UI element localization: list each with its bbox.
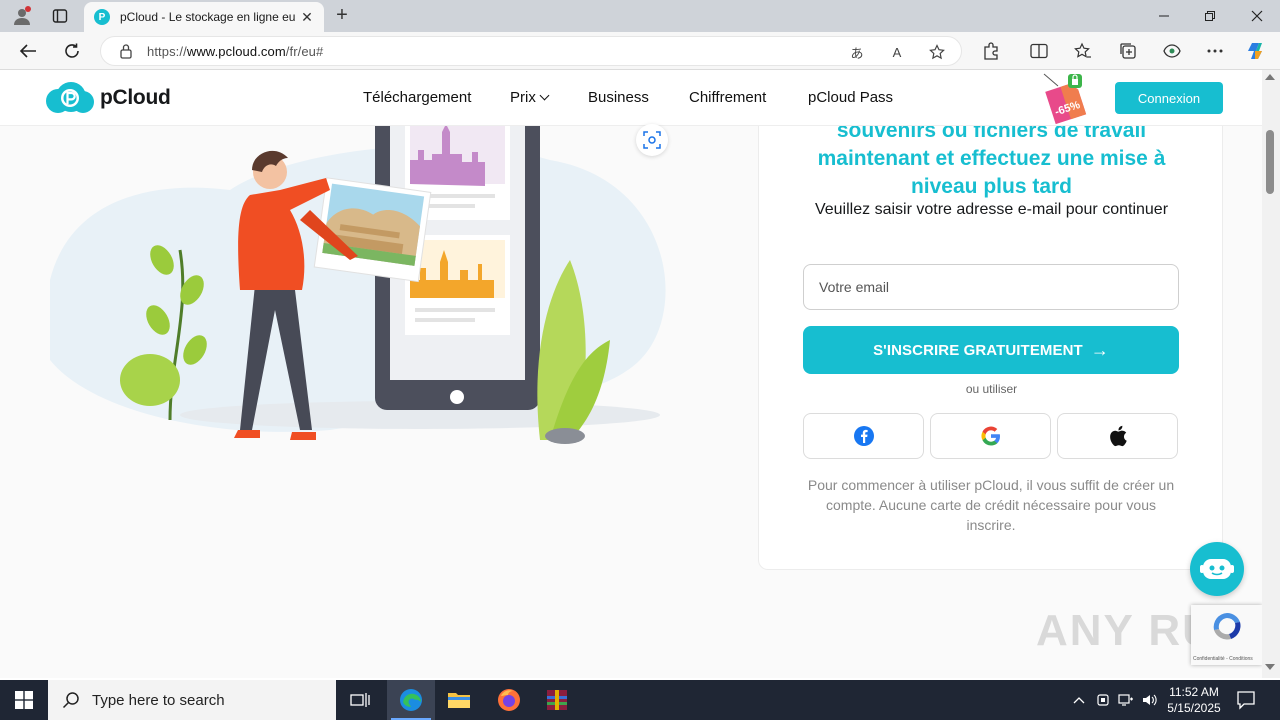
translate-icon[interactable]: あ [847,43,867,61]
scroll-down-icon[interactable] [1265,664,1275,670]
signup-button-label: S'INSCRIRE GRATUITEMENT [873,341,1083,359]
chevron-down-icon [539,90,550,101]
firefox-icon [498,689,520,711]
taskbar-firefox-app[interactable] [485,680,533,720]
google-signin-button[interactable] [930,413,1051,459]
recaptcha-icon [1213,613,1241,640]
taskbar-clock[interactable]: 11:52 AM 5/15/2025 [1160,684,1228,716]
facebook-signin-button[interactable] [803,413,924,459]
edge-icon [400,689,422,711]
or-use-label: ou utiliser [965,382,1018,396]
chatbot-button[interactable] [1190,542,1244,596]
scroll-up-icon[interactable] [1265,74,1275,80]
minimize-icon[interactable] [1141,0,1187,32]
google-icon [980,426,1000,446]
nav-telechargement[interactable]: Téléchargement [363,89,471,106]
favorite-star-icon[interactable] [927,43,947,61]
promo-tag[interactable]: -65% [1036,72,1096,128]
pcloud-favicon-icon: P [94,9,110,25]
pcloud-logo[interactable]: pCloud [44,82,171,114]
copilot-icon[interactable] [1246,41,1268,61]
network-icon[interactable] [1117,692,1135,708]
browser-toolbar: https://www.pcloud.com/fr/eu# あ A [0,32,1280,70]
show-hidden-icons-icon[interactable] [1070,692,1088,708]
refresh-icon[interactable] [60,40,84,62]
facebook-icon [853,426,874,446]
tab-actions-icon[interactable] [44,0,76,32]
notifications-icon[interactable] [1236,690,1258,710]
taskbar-search-box[interactable]: Type here to search [48,680,336,720]
heading-line-2: maintenant et effectuez une mise à [817,147,1166,170]
login-button[interactable]: Connexion [1115,82,1223,114]
windows-logo-icon [15,691,33,709]
browser-tab-active[interactable]: P pCloud - Le stockage en ligne eu ✕ [84,2,324,32]
read-aloud-icon[interactable]: A [887,43,907,61]
settings-more-icon[interactable] [1204,41,1226,61]
extensions-icon[interactable] [980,41,1002,61]
taskbar-edge-app[interactable] [387,680,435,720]
taskbar-winrar-app[interactable] [533,680,581,720]
windows-taskbar: Type here to search 11:52 AM 5/15/2025 [0,680,1280,720]
nav-chiffrement[interactable]: Chiffrement [689,89,766,106]
close-tab-icon[interactable]: ✕ [298,9,316,26]
profile-icon[interactable] [6,0,38,32]
apple-signin-button[interactable] [1057,413,1178,459]
url-text: https://www.pcloud.com/fr/eu# [147,43,324,59]
close-window-icon[interactable] [1234,0,1280,32]
pcloud-logo-icon [44,82,94,114]
browser-tab-bar: P pCloud - Le stockage en ligne eu ✕ + [0,0,1280,32]
lock-icon[interactable] [119,43,133,59]
arrow-right-icon: → [1090,339,1109,360]
back-icon[interactable] [16,40,40,62]
nav-prix[interactable]: Prix [510,89,550,106]
signup-heading: souvenirs ou fichiers de travail mainten… [759,117,1224,201]
security-icon[interactable] [1094,692,1112,708]
visual-search-icon[interactable] [636,124,668,156]
signup-note: Pour commencer à utiliser pCloud, il vou… [807,477,1175,533]
search-placeholder: Type here to search [92,691,225,709]
task-view-button[interactable] [336,680,384,720]
clock-time: 11:52 AM [1169,685,1219,699]
signup-subtitle: Veuillez saisir votre adresse e-mail pou… [814,201,1169,218]
folder-icon [448,693,470,708]
collections-icon[interactable] [1117,41,1139,61]
apple-icon [1109,425,1127,447]
signup-card: souvenirs ou fichiers de travail mainten… [758,100,1223,570]
task-view-icon [350,693,370,707]
favorites-icon[interactable] [1072,41,1094,61]
volume-icon[interactable] [1141,692,1159,708]
heading-line-3: niveau plus tard [910,175,1073,198]
split-screen-icon[interactable] [1028,41,1050,61]
address-bar[interactable]: https://www.pcloud.com/fr/eu# あ A [100,36,962,66]
page-scrollbar[interactable] [1262,70,1280,678]
restore-icon[interactable] [1187,0,1233,32]
hero-illustration [50,110,666,444]
nav-pcloud-pass[interactable]: pCloud Pass [808,89,893,106]
browser-essentials-icon[interactable] [1161,41,1183,61]
clock-date: 5/15/2025 [1167,701,1221,715]
taskbar-file-explorer-app[interactable] [435,680,483,720]
recaptcha-text[interactable]: Confidentialité - Conditions [1193,656,1253,662]
search-icon [62,691,80,709]
start-button[interactable] [0,680,48,720]
nav-prix-label: Prix [510,89,536,106]
chatbot-icon [1200,559,1234,579]
tab-title: pCloud - Le stockage en ligne eu [120,10,296,24]
nav-business[interactable]: Business [588,89,649,106]
logo-text: pCloud [100,86,171,109]
web-page: pCloud Téléchargement Prix Business Chif… [0,70,1262,678]
winrar-icon [547,690,567,710]
scroll-thumb[interactable] [1266,130,1274,194]
recaptcha-badge[interactable]: Confidentialité - Conditions [1191,605,1262,665]
new-tab-icon[interactable]: + [330,4,354,28]
email-field[interactable] [803,264,1179,310]
signup-free-button[interactable]: S'INSCRIRE GRATUITEMENT → [803,326,1179,374]
site-header: pCloud Téléchargement Prix Business Chif… [0,70,1262,126]
